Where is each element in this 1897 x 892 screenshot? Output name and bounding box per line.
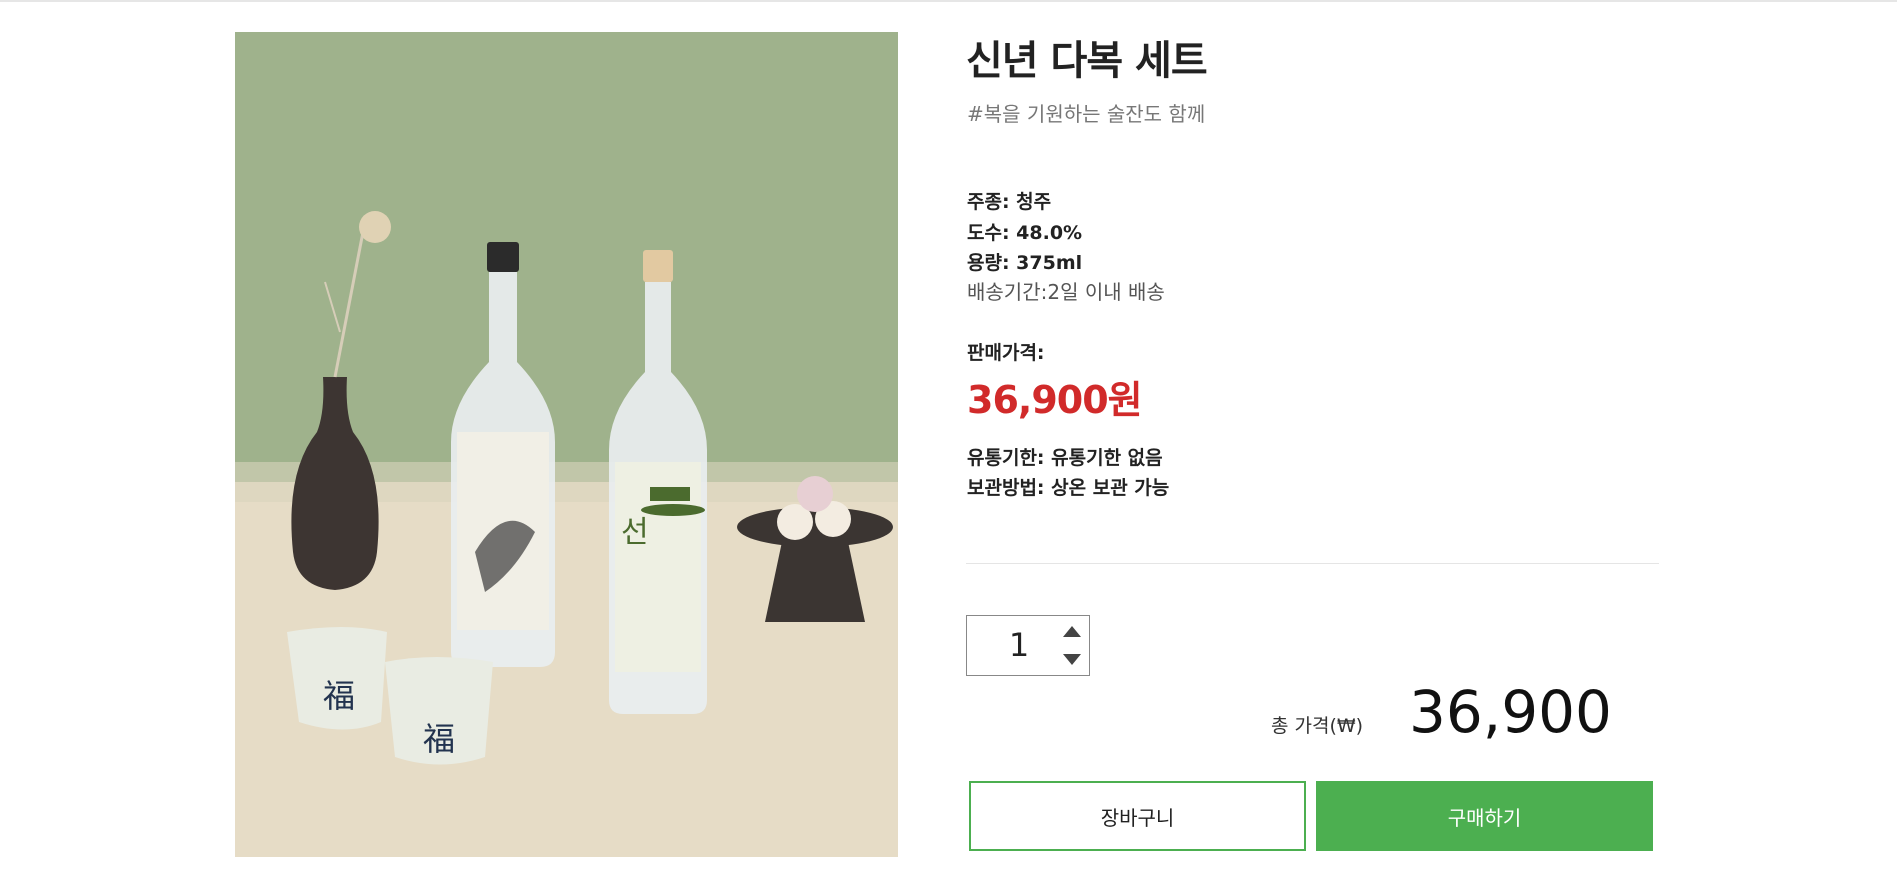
increment-arrow-icon[interactable] bbox=[1063, 626, 1081, 637]
quantity-value[interactable]: 1 bbox=[967, 626, 1071, 664]
section-divider bbox=[966, 563, 1659, 564]
top-border bbox=[0, 0, 1897, 2]
buy-now-button[interactable]: 구매하기 bbox=[1316, 781, 1653, 851]
spec-shipping: 배송기간:2일 이내 배송 bbox=[967, 280, 1165, 304]
decrement-arrow-icon[interactable] bbox=[1063, 654, 1081, 665]
spec-volume: 용량: 375ml bbox=[967, 252, 1083, 274]
spec-type: 주종: 청주 bbox=[967, 191, 1052, 213]
expiry-info: 유통기한: 유통기한 없음 bbox=[967, 447, 1163, 469]
price-label: 판매가격: bbox=[967, 342, 1045, 364]
product-title: 신년 다복 세트 bbox=[966, 38, 1208, 84]
storage-info: 보관방법: 상온 보관 가능 bbox=[967, 477, 1170, 499]
sale-price: 36,900원 bbox=[967, 378, 1143, 422]
total-price-label: 총 가격(₩) bbox=[1271, 715, 1364, 737]
add-to-cart-button[interactable]: 장바구니 bbox=[969, 781, 1306, 851]
spec-abv: 도수: 48.0% bbox=[967, 222, 1083, 244]
quantity-stepper[interactable]: 1 bbox=[966, 615, 1090, 676]
product-image: 선 福 福 bbox=[235, 32, 898, 857]
total-price-value: 36,900 bbox=[1409, 678, 1612, 746]
svg-text:선: 선 bbox=[621, 515, 649, 550]
svg-text:福: 福 bbox=[323, 677, 355, 715]
svg-text:福: 福 bbox=[423, 720, 455, 758]
product-tagline: #복을 기원하는 술잔도 함께 bbox=[967, 102, 1206, 126]
